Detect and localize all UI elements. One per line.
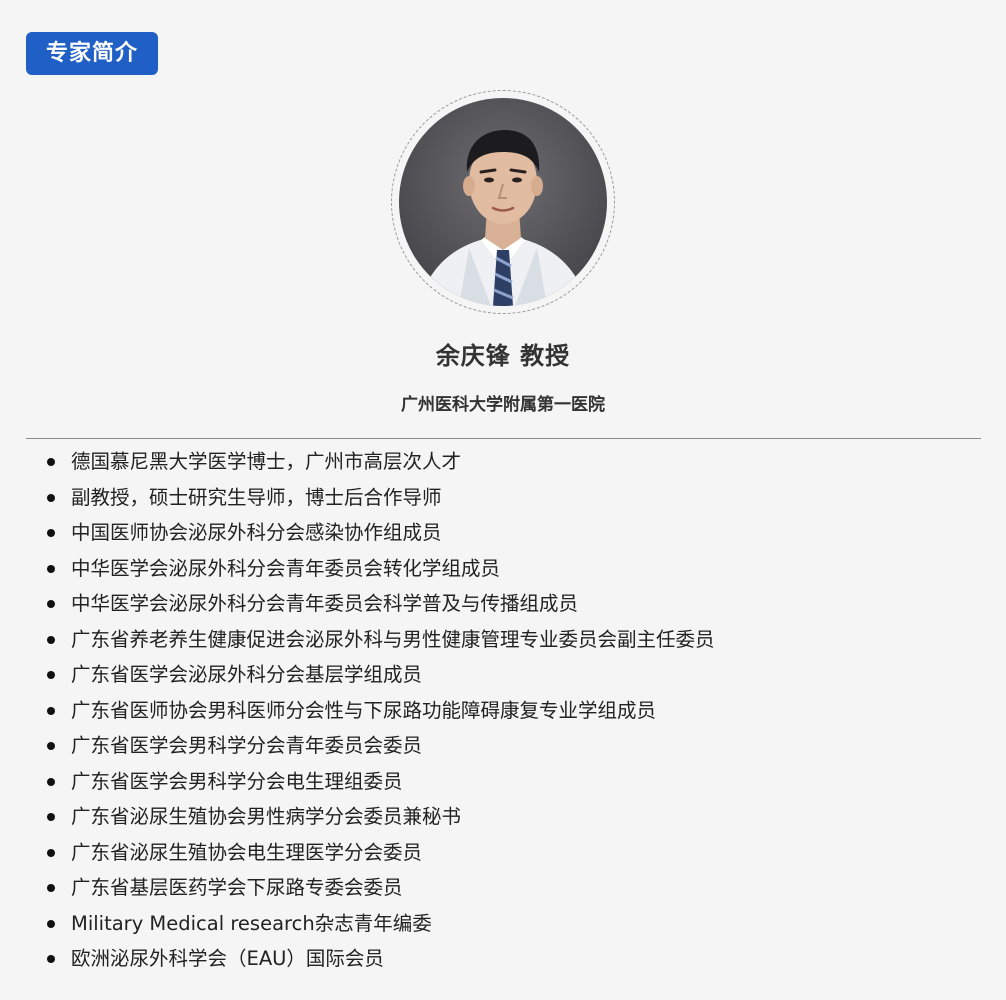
- person-portrait-icon: [419, 130, 587, 306]
- list-item: 广东省医学会泌尿外科分会基层学组成员: [0, 657, 1006, 693]
- credential-text: 中国医师协会泌尿外科分会感染协作组成员: [71, 521, 442, 544]
- bullet-icon: [47, 671, 55, 679]
- bullet-icon: [47, 600, 55, 608]
- bullet-icon: [47, 458, 55, 466]
- bullet-icon: [47, 813, 55, 821]
- credentials-list: 德国慕尼黑大学医学博士，广州市高层次人才 副教授，硕士研究生导师，博士后合作导师…: [0, 444, 1006, 977]
- credential-text: 广东省泌尿生殖协会男性病学分会委员兼秘书: [71, 805, 462, 828]
- bullet-icon: [47, 564, 55, 573]
- bullet-icon: [47, 635, 55, 644]
- list-item: 欧洲泌尿外科学会（EAU）国际会员: [0, 941, 1006, 977]
- list-item: 广东省泌尿生殖协会男性病学分会委员兼秘书: [0, 799, 1006, 835]
- list-item: 广东省基层医药学会下尿路专委会委员: [0, 870, 1006, 906]
- avatar: [399, 98, 607, 306]
- bullet-icon: [47, 742, 55, 750]
- list-item: 副教授，硕士研究生导师，博士后合作导师: [0, 480, 1006, 516]
- list-item: 中国医师协会泌尿外科分会感染协作组成员: [0, 515, 1006, 551]
- bullet-icon: [47, 777, 55, 786]
- bullet-icon: [47, 884, 55, 892]
- section-title-badge: 专家简介: [26, 32, 158, 75]
- credential-text: 欧洲泌尿外科学会（EAU）国际会员: [71, 947, 384, 970]
- credential-text: 广东省医学会泌尿外科分会基层学组成员: [71, 663, 423, 686]
- list-item: 中华医学会泌尿外科分会青年委员会转化学组成员: [0, 551, 1006, 587]
- credential-text: 德国慕尼黑大学医学博士，广州市高层次人才: [71, 450, 462, 473]
- credential-text: 广东省养老养生健康促进会泌尿外科与男性健康管理专业委员会副主任委员: [71, 627, 715, 651]
- bullet-icon: [47, 955, 55, 963]
- list-item: 广东省医师协会男科医师分会性与下尿路功能障碍康复专业学组成员: [0, 693, 1006, 729]
- bullet-icon: [47, 529, 55, 537]
- bullet-icon: [47, 493, 55, 502]
- bullet-icon: [47, 706, 55, 715]
- credential-text: 广东省医学会男科学分会电生理组委员: [71, 769, 403, 793]
- credential-text: 中华医学会泌尿外科分会青年委员会转化学组成员: [71, 556, 501, 580]
- credential-text: 广东省基层医药学会下尿路专委会委员: [71, 876, 403, 899]
- divider: [26, 438, 981, 439]
- list-item: 广东省医学会男科学分会电生理组委员: [0, 764, 1006, 800]
- list-item: 广东省养老养生健康促进会泌尿外科与男性健康管理专业委员会副主任委员: [0, 622, 1006, 658]
- list-item: 德国慕尼黑大学医学博士，广州市高层次人才: [0, 444, 1006, 480]
- expert-hospital: 广州医科大学附属第一医院: [401, 395, 605, 415]
- credential-text: 副教授，硕士研究生导师，博士后合作导师: [71, 485, 442, 509]
- credential-text: Military Medical research杂志青年编委: [71, 911, 432, 935]
- credential-text: 广东省泌尿生殖协会电生理医学分会委员: [71, 840, 423, 864]
- list-item: 中华医学会泌尿外科分会青年委员会科学普及与传播组成员: [0, 586, 1006, 622]
- list-item: 广东省医学会男科学分会青年委员会委员: [0, 728, 1006, 764]
- expert-name: 余庆锋 教授: [435, 342, 571, 370]
- bullet-icon: [47, 919, 55, 928]
- credential-text: 中华医学会泌尿外科分会青年委员会科学普及与传播组成员: [71, 592, 579, 615]
- list-item: Military Medical research杂志青年编委: [0, 906, 1006, 942]
- credential-text: 广东省医师协会男科医师分会性与下尿路功能障碍康复专业学组成员: [71, 698, 657, 722]
- credential-text: 广东省医学会男科学分会青年委员会委员: [71, 734, 423, 757]
- bullet-icon: [47, 848, 55, 857]
- list-item: 广东省泌尿生殖协会电生理医学分会委员: [0, 835, 1006, 871]
